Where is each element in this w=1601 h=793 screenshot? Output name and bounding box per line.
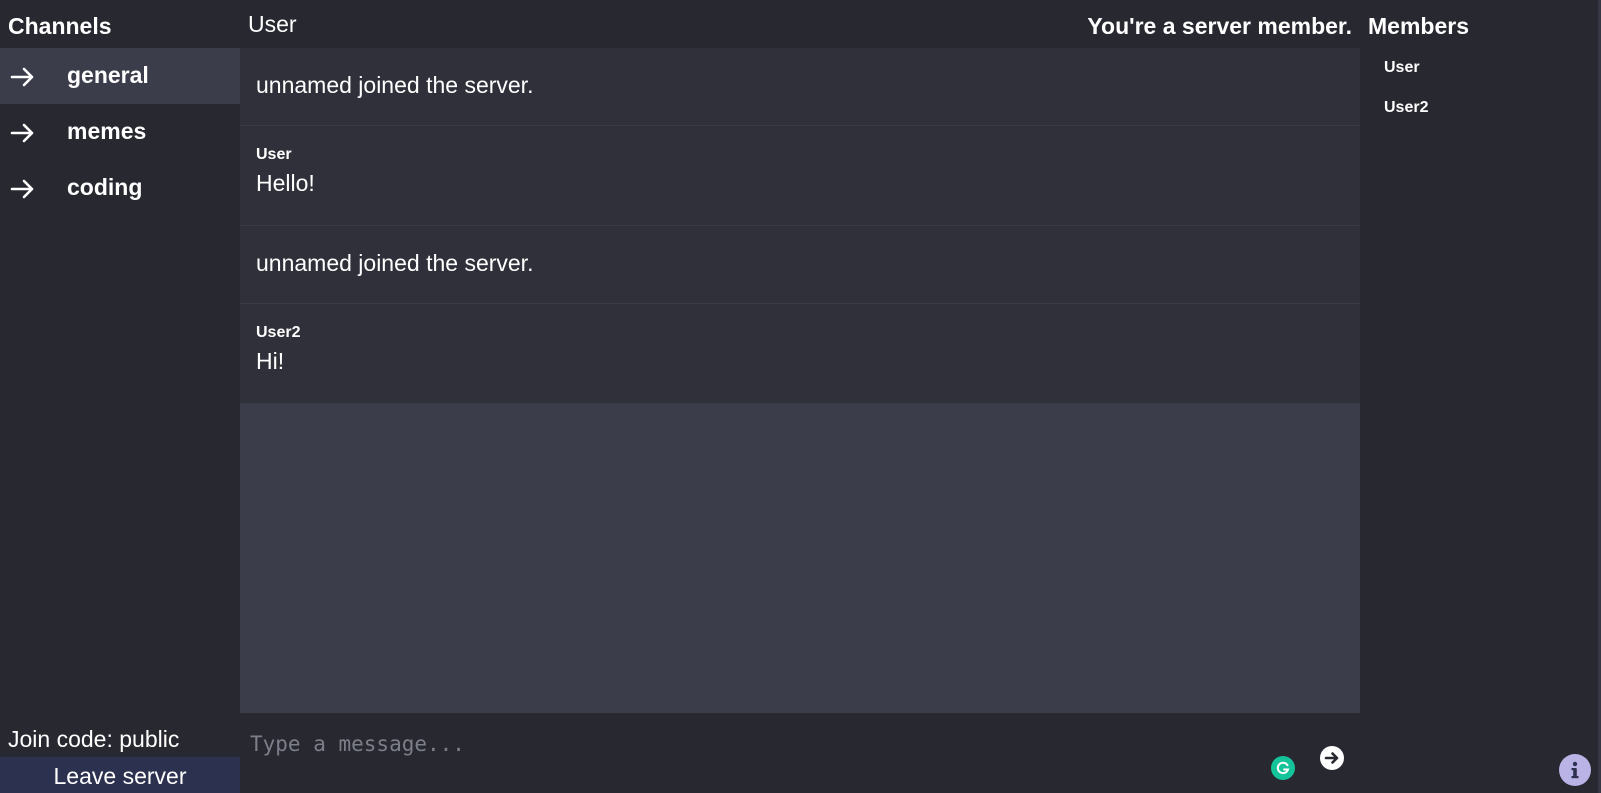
leave-server-button[interactable]: Leave server <box>0 757 240 793</box>
message-input[interactable] <box>248 725 1232 763</box>
arrow-right-icon <box>10 122 36 144</box>
arrow-right-icon <box>10 66 36 88</box>
channel-label: memes <box>67 118 147 144</box>
current-user-name: User <box>248 11 297 37</box>
join-code: Join code: public <box>8 726 180 752</box>
arrow-right-icon <box>10 178 36 200</box>
message-author: User <box>256 146 292 163</box>
chat-message: User2 Hi! <box>240 304 1360 404</box>
members-panel: Members User User2 <box>1360 0 1601 793</box>
member-item[interactable]: User2 <box>1384 98 1428 138</box>
message-text: unnamed joined the server. <box>256 72 534 98</box>
grammarly-icon[interactable] <box>1271 756 1295 780</box>
send-button[interactable] <box>1320 746 1344 770</box>
message-list: unnamed joined the server. User Hello! u… <box>240 48 1360 713</box>
message-text: Hi! <box>256 348 285 374</box>
member-item[interactable]: User <box>1384 58 1428 98</box>
info-icon <box>1571 761 1579 779</box>
system-message: unnamed joined the server. <box>240 48 1360 126</box>
channel-item-general[interactable]: general <box>0 48 240 104</box>
message-text: Hello! <box>256 170 315 196</box>
arrow-circle-right-icon <box>1324 752 1339 764</box>
message-composer <box>240 713 1360 793</box>
channel-label: coding <box>67 174 143 200</box>
message-author: User2 <box>256 324 301 341</box>
chat-main: User You're a server member. unnamed joi… <box>240 0 1360 793</box>
channel-item-memes[interactable]: memes <box>0 104 240 160</box>
channels-title: Channels <box>8 13 112 39</box>
members-title: Members <box>1368 13 1469 39</box>
app-window: Channels general memes coding Join code:… <box>0 0 1601 793</box>
system-message: unnamed joined the server. <box>240 226 1360 304</box>
message-text: unnamed joined the server. <box>256 250 534 276</box>
channels-sidebar: Channels general memes coding Join code:… <box>0 0 240 793</box>
member-list: User User2 <box>1384 58 1428 138</box>
info-button[interactable] <box>1559 754 1591 786</box>
channel-item-coding[interactable]: coding <box>0 160 240 216</box>
chat-message: User Hello! <box>240 126 1360 226</box>
channel-label: general <box>67 62 149 88</box>
membership-status: You're a server member. <box>1087 13 1352 39</box>
channel-list: general memes coding <box>0 48 240 216</box>
